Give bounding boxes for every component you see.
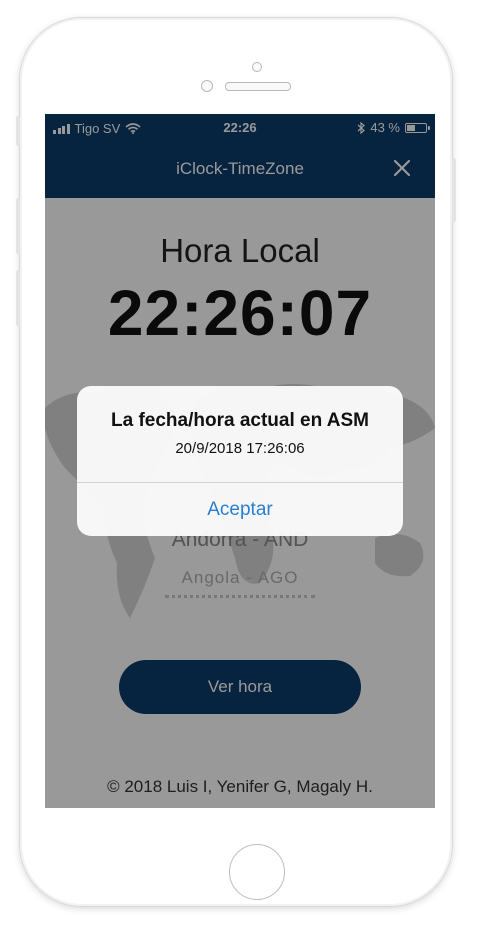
front-camera	[252, 62, 262, 72]
alert-title: La fecha/hora actual en ASM	[111, 410, 369, 431]
alert-message: 20/9/2018 17:26:06	[175, 440, 305, 457]
app-screen: Tigo SV 22:26 43 % iClock-TimeZone Hora …	[45, 114, 435, 808]
proximity-sensor	[201, 80, 213, 92]
volume-down-button	[16, 270, 20, 326]
accept-button[interactable]: Aceptar	[77, 483, 403, 536]
power-button	[452, 158, 456, 222]
alert-dialog: La fecha/hora actual en ASM 20/9/2018 17…	[77, 386, 403, 536]
mute-switch	[16, 116, 20, 146]
earpiece-speaker	[225, 82, 291, 91]
home-button[interactable]	[229, 844, 285, 900]
volume-up-button	[16, 198, 20, 254]
